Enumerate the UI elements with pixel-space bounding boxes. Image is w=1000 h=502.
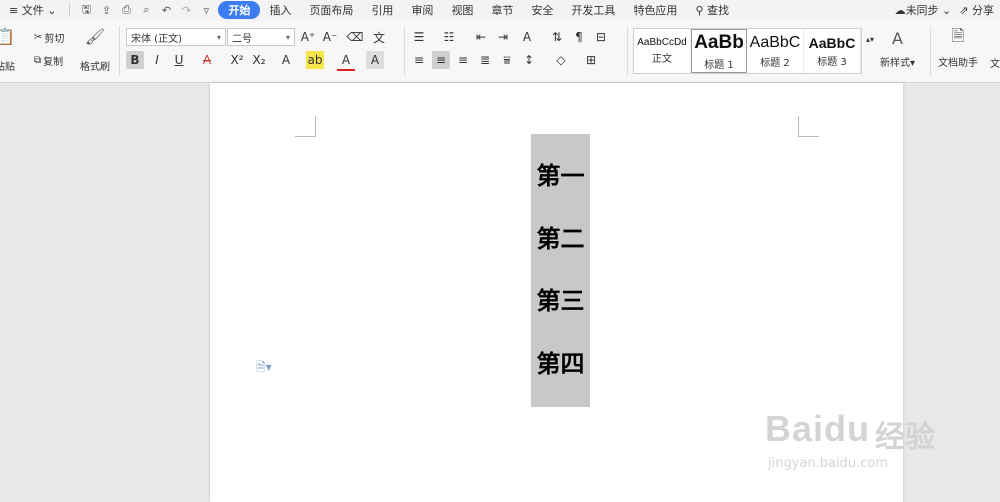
chevron-down-icon: ▾ [285, 32, 290, 42]
style-normal[interactable]: AaBbCcDd 正文 [634, 29, 691, 73]
copy-button[interactable]: ⧉ 复制 [34, 53, 63, 68]
table-tools-icon[interactable]: ⊟ [592, 28, 610, 46]
tab-developer[interactable]: 开发工具 [562, 2, 624, 18]
tab-home[interactable]: 开始 [218, 1, 261, 19]
save-icon[interactable]: 🖫 [78, 3, 94, 17]
paste-options-icon[interactable]: 🗎▾ [256, 358, 272, 379]
print-preview-icon[interactable]: ⌕ [138, 3, 154, 17]
bold-icon[interactable]: B [126, 51, 144, 69]
style-heading-1[interactable]: AaBb 标题 1 [691, 29, 747, 73]
sync-button[interactable]: ☁未同步 ⌄ [895, 2, 952, 18]
tab-view[interactable]: 视图 [442, 2, 482, 18]
quick-access-toolbar: 🖫 ⇪ ⎙ ⌕ ↶ ↷ ▿ [74, 3, 218, 17]
superscript-icon[interactable]: X² [228, 51, 246, 69]
tab-review[interactable]: 审阅 [402, 2, 442, 18]
doc-assistant-button[interactable]: 🗎 文档助手 [938, 25, 978, 70]
divider [627, 26, 628, 76]
scissors-icon: ✂ [34, 32, 43, 43]
undo-icon[interactable]: ↶ [158, 3, 174, 17]
distributed-icon[interactable]: ⩸ [498, 51, 516, 69]
shading-icon[interactable]: ◇ [552, 51, 570, 69]
style-heading-3[interactable]: AaBbC 标题 3 [804, 29, 861, 73]
baidu-watermark: Baidu 经验 jingyan.baidu.com [765, 408, 935, 471]
font-name-select[interactable]: 宋体 (正文) ▾ [126, 28, 226, 46]
style-heading-2[interactable]: AaBbC 标题 2 [747, 29, 804, 73]
margin-corner-top-left [295, 116, 316, 137]
underline-icon[interactable]: U [170, 51, 188, 69]
tab-page-layout[interactable]: 页面布局 [300, 2, 362, 18]
share-icon: ⇗ [959, 4, 969, 17]
clear-format-icon[interactable]: ⌫ [346, 28, 364, 46]
font-color-icon[interactable]: A [337, 51, 355, 71]
new-style-icon: A [892, 28, 903, 48]
cloud-icon: ☁ [894, 4, 906, 17]
line-spacing-icon[interactable]: ↕ [520, 51, 538, 69]
italic-icon[interactable]: I [148, 51, 166, 69]
grow-font-icon[interactable]: A⁺ [299, 28, 317, 46]
menu-bar: ≡ 文件 ⌄ 🖫 ⇪ ⎙ ⌕ ↶ ↷ ▿ 开始 插入 页面布局 引用 审阅 视图… [0, 0, 1000, 20]
copy-icon: ⧉ [34, 55, 42, 66]
subscript-icon[interactable]: X₂ [250, 51, 268, 69]
borders-icon[interactable]: ⊞ [582, 51, 600, 69]
tab-references[interactable]: 引用 [362, 2, 402, 18]
divider [119, 26, 120, 76]
menubar-right: ☁未同步 ⌄ ⇗ 分享 [895, 2, 1000, 18]
justify-icon[interactable]: ≣ [476, 51, 494, 69]
export-icon[interactable]: ⇪ [98, 3, 114, 17]
increase-indent-icon[interactable]: ⇥ [494, 28, 512, 46]
cut-button[interactable]: ✂ 剪切 [34, 30, 64, 45]
selected-text-block[interactable]: 第一 第二 第三 第四 [531, 134, 590, 407]
text-direction-icon[interactable]: A [518, 28, 536, 46]
numbered-list-icon[interactable]: ☷ [440, 28, 458, 46]
align-right-icon[interactable]: ≡ [454, 51, 472, 69]
text-line-2[interactable]: 第二 [531, 224, 590, 254]
align-center-icon[interactable]: ≡ [432, 51, 450, 69]
styles-scroll-icon[interactable]: ▴▾ [861, 30, 879, 48]
divider [404, 26, 405, 76]
chevron-down-icon: ⌄ [47, 4, 57, 17]
divider [930, 26, 931, 76]
file-menu[interactable]: ≡ 文件 ⌄ [0, 2, 65, 18]
tab-security[interactable]: 安全 [522, 2, 562, 18]
text-line-1[interactable]: 第一 [531, 161, 590, 191]
chevron-down-icon: ▾ [216, 32, 221, 42]
char-shading-icon[interactable]: A [366, 51, 384, 69]
customize-icon[interactable]: ▿ [198, 3, 214, 17]
more-button[interactable]: 文 [990, 55, 1000, 70]
align-left-icon[interactable]: ≡ [410, 51, 428, 69]
strikethrough-icon[interactable]: A [198, 51, 216, 69]
font-size-select[interactable]: 二号 ▾ [227, 28, 295, 46]
search-button[interactable]: ⚲ 查找 [686, 2, 738, 18]
sort-icon[interactable]: ⇅ [548, 28, 566, 46]
clipboard-icon: 📋 [0, 26, 15, 46]
ribbon: 📋 粘贴 ✂剪切 ⧉复制 🖌 格式刷 宋体 (正文)▾ 二号▾ A⁺ A⁻ ⌫ … [0, 20, 1000, 83]
share-button[interactable]: ⇗ 分享 [959, 2, 994, 18]
decrease-indent-icon[interactable]: ⇤ [472, 28, 490, 46]
tab-insert[interactable]: 插入 [260, 2, 300, 18]
print-icon[interactable]: ⎙ [118, 3, 134, 17]
divider [69, 3, 71, 17]
phonetic-guide-icon[interactable]: 文 [370, 28, 388, 46]
format-painter-button[interactable]: 🖌 格式刷 [80, 26, 110, 74]
show-marks-icon[interactable]: ¶ [570, 28, 588, 46]
hamburger-icon: ≡ [9, 4, 22, 17]
shrink-font-icon[interactable]: A⁻ [321, 28, 339, 46]
assistant-icon: 🗎 [951, 25, 965, 45]
bullet-list-icon[interactable]: ☰ [410, 28, 428, 46]
margin-corner-top-right [798, 116, 819, 137]
styles-gallery: AaBbCcDd 正文 AaBb 标题 1 AaBbC 标题 2 AaBbC 标… [633, 28, 862, 74]
text-effect-icon[interactable]: A [277, 51, 295, 69]
tab-chapter[interactable]: 章节 [482, 2, 522, 18]
tab-special[interactable]: 特色应用 [624, 2, 686, 18]
highlight-icon[interactable]: ab [306, 51, 324, 69]
brush-icon: 🖌 [84, 26, 106, 46]
text-line-3[interactable]: 第三 [531, 286, 590, 316]
new-style-button[interactable]: A 新样式▾ [880, 28, 915, 70]
redo-icon[interactable]: ↷ [178, 3, 194, 17]
paste-button[interactable]: 📋 粘贴 [0, 26, 16, 74]
text-line-4[interactable]: 第四 [531, 349, 590, 379]
search-icon: ⚲ [695, 4, 704, 17]
